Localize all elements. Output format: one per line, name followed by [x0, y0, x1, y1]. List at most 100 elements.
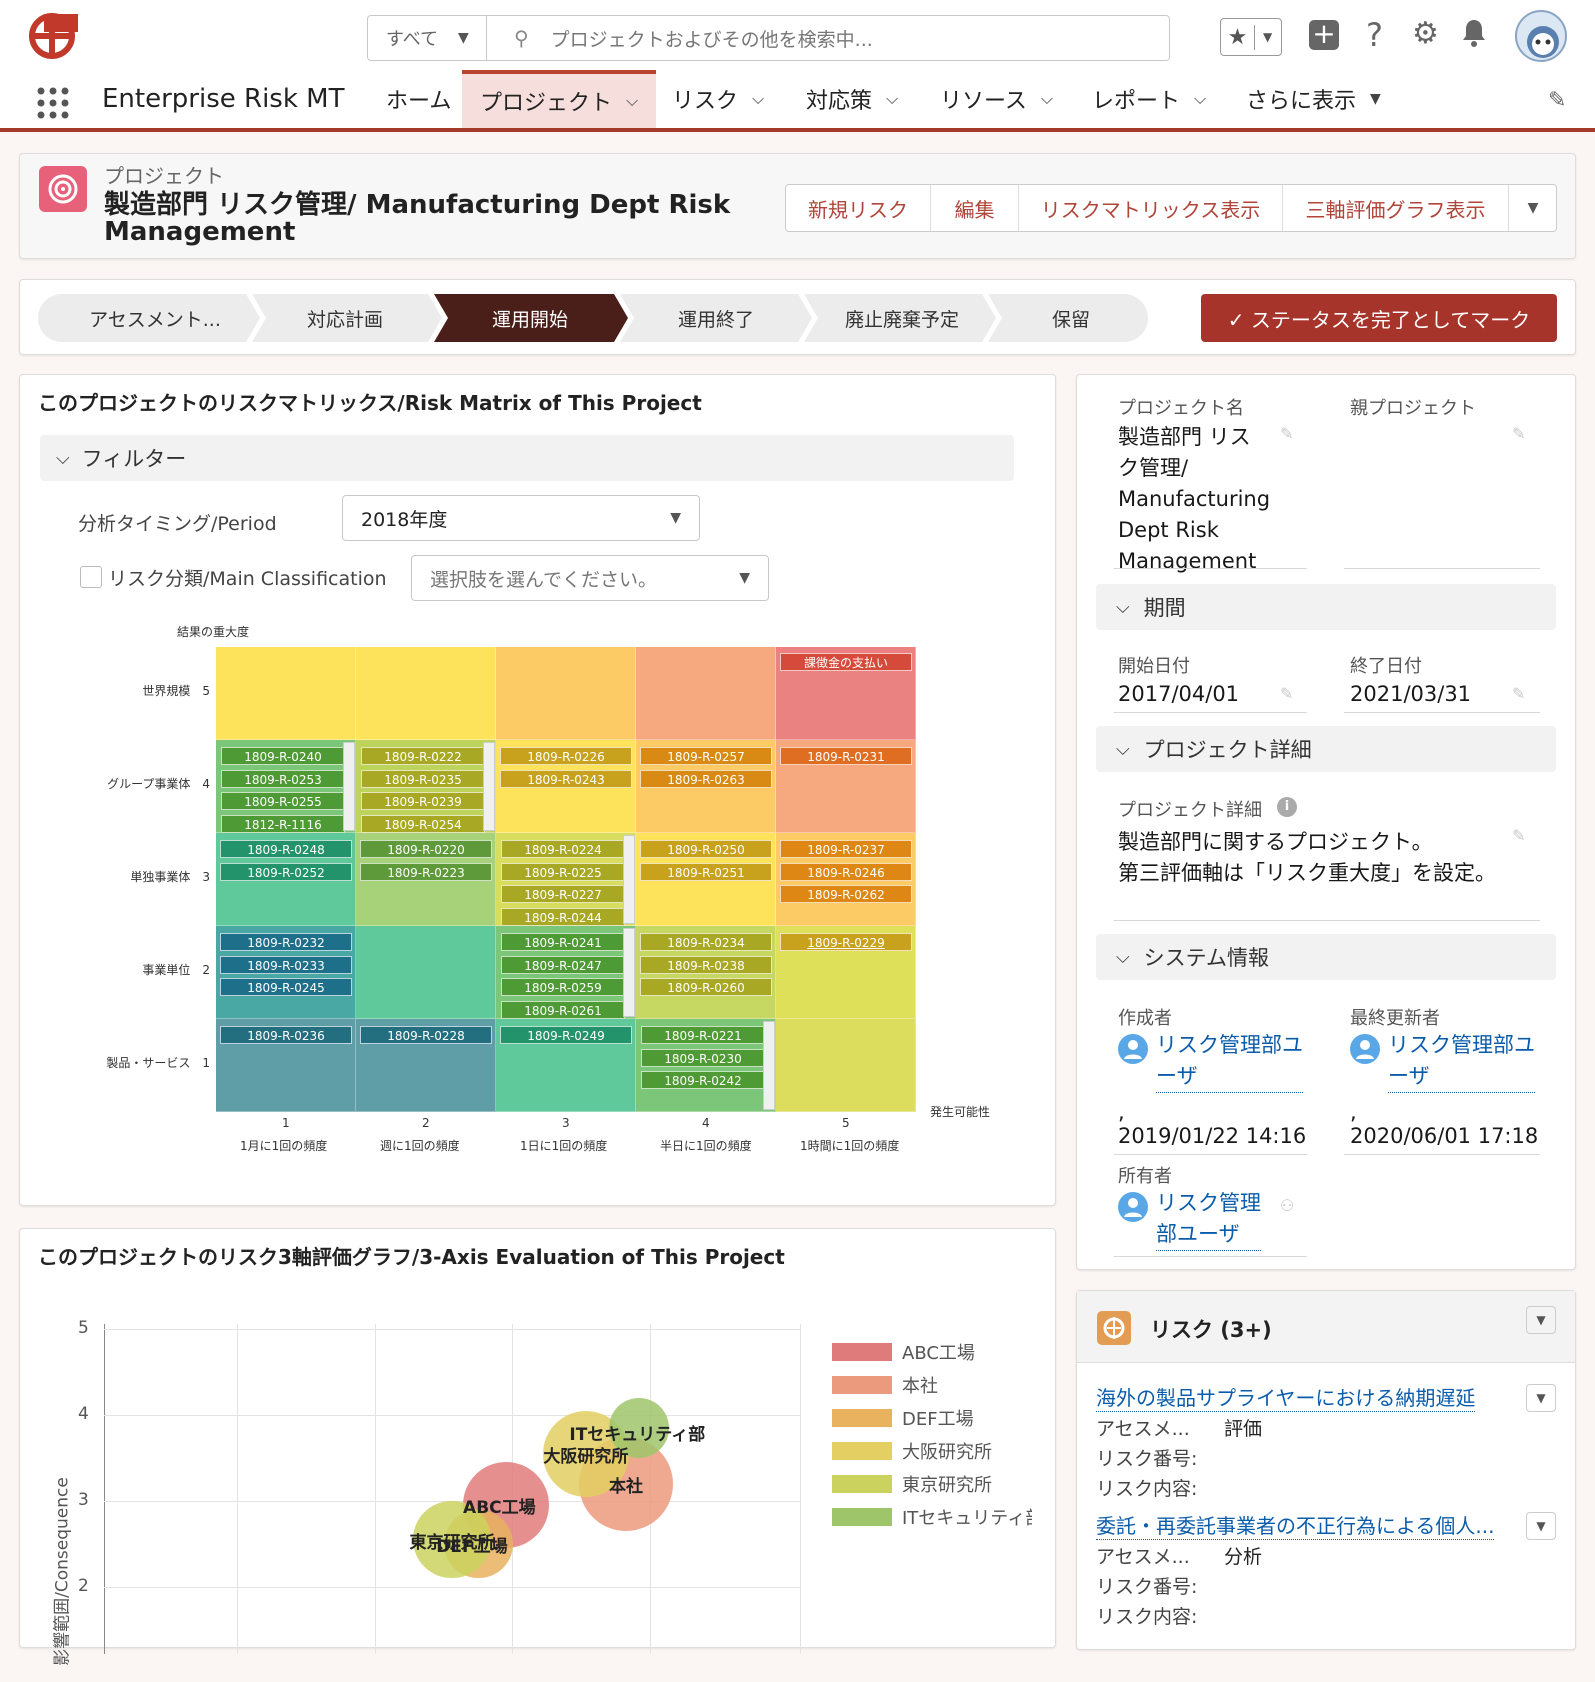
- risk-tag[interactable]: 1809-R-0234: [640, 933, 772, 951]
- risk-tag[interactable]: 1809-R-0253: [221, 769, 345, 788]
- cell-scrollbar[interactable]: [763, 1021, 775, 1110]
- nav-projects[interactable]: プロジェクト ⌵: [462, 70, 656, 128]
- edit-pencil-icon[interactable]: ✎: [1512, 684, 1525, 703]
- path-step-disposal[interactable]: 廃止廃棄予定: [810, 294, 994, 342]
- favorites-star-icon[interactable]: ★ ▼: [1220, 18, 1282, 56]
- path-step-hold[interactable]: 保留: [996, 294, 1146, 342]
- risk-tag[interactable]: 1809-R-0248: [220, 840, 352, 858]
- risk-tag[interactable]: 1809-R-0246: [780, 862, 912, 881]
- nav-resources[interactable]: リソース ⌵: [940, 70, 1053, 128]
- global-search-input[interactable]: ⚲ プロジェクトおよびその他を検索中...: [486, 15, 1170, 61]
- cell-scrollbar[interactable]: [483, 742, 495, 831]
- related-list-menu-button[interactable]: ▼: [1526, 1306, 1556, 1334]
- risk-tag[interactable]: 1809-R-0222: [361, 747, 485, 765]
- legend-item[interactable]: ITセキュリティ部: [832, 1504, 1032, 1530]
- risk-tag[interactable]: 1809-R-0220: [360, 840, 492, 858]
- info-icon[interactable]: i: [1277, 797, 1297, 817]
- add-icon[interactable]: +: [1309, 20, 1339, 50]
- legend-item[interactable]: ABC工場: [832, 1339, 975, 1365]
- chevron-down-icon[interactable]: ⌵: [1041, 89, 1053, 109]
- project-detail-section-header[interactable]: ⌵ プロジェクト詳細: [1096, 726, 1556, 772]
- edit-pencil-icon[interactable]: ✎: [1512, 424, 1525, 443]
- risk-tag[interactable]: 1809-R-0240: [221, 747, 345, 765]
- chevron-down-icon[interactable]: ⌵: [1194, 89, 1206, 109]
- edit-pencil-icon[interactable]: ✎: [1512, 826, 1525, 845]
- cell-scrollbar[interactable]: [623, 835, 635, 924]
- risk-tag[interactable]: 1809-R-0228: [360, 1026, 492, 1044]
- risk-tag[interactable]: 1809-R-0245: [220, 978, 352, 996]
- app-launcher-icon[interactable]: [36, 86, 70, 120]
- cell-scrollbar[interactable]: [343, 742, 355, 831]
- risk-tag[interactable]: 1809-R-0231: [780, 747, 912, 765]
- risk-tag[interactable]: 1809-R-0254: [361, 814, 485, 833]
- more-actions-button[interactable]: ▼: [1509, 185, 1557, 231]
- risk-tag[interactable]: 1809-R-0235: [361, 769, 485, 788]
- nav-countermeasures[interactable]: 対応策 ⌵: [806, 70, 898, 128]
- risk-tag[interactable]: 1809-R-0249: [500, 1026, 632, 1044]
- risk-tag[interactable]: 1809-R-0243: [500, 769, 632, 788]
- row-action-button[interactable]: ▼: [1526, 1512, 1556, 1540]
- nav-more[interactable]: さらに表示 ▼: [1246, 70, 1381, 128]
- chevron-down-icon[interactable]: ⌵: [886, 89, 898, 109]
- risk-tag[interactable]: 1809-R-0252: [220, 862, 352, 881]
- search-scope-dropdown[interactable]: すべて ▼: [367, 15, 487, 61]
- risk-tag[interactable]: 1809-R-0223: [360, 862, 492, 881]
- risk-tag[interactable]: 1809-R-0263: [640, 769, 772, 788]
- risk-tag[interactable]: 1809-R-0238: [640, 955, 772, 974]
- risk-tag[interactable]: 1809-R-0241: [501, 933, 625, 951]
- risk-tag[interactable]: 1809-R-0233: [220, 955, 352, 974]
- risk-tag[interactable]: 1809-R-0237: [780, 840, 912, 858]
- path-step-plan[interactable]: 対応計画: [255, 294, 435, 342]
- risk-tag[interactable]: 1809-R-0232: [220, 933, 352, 951]
- help-icon[interactable]: ?: [1366, 16, 1383, 54]
- user-avatar[interactable]: [1515, 10, 1567, 62]
- nav-risks[interactable]: リスク ⌵: [672, 70, 764, 128]
- notification-bell-icon[interactable]: [1461, 18, 1487, 48]
- owner-link[interactable]: リスク管理 部ユーザ: [1156, 1188, 1261, 1251]
- risk-tag[interactable]: 1809-R-0259: [501, 978, 625, 996]
- risk-tag[interactable]: 1809-R-0261: [501, 1000, 625, 1019]
- path-step-operation-end[interactable]: 運用終了: [624, 294, 808, 342]
- legend-item[interactable]: 大阪研究所: [832, 1438, 992, 1464]
- show-risk-matrix-button[interactable]: リスクマトリックス表示: [1019, 185, 1283, 231]
- risk-tag[interactable]: 1809-R-0244: [501, 907, 625, 926]
- risk-tag[interactable]: 1809-R-0260: [640, 978, 772, 996]
- risk-tag[interactable]: 1809-R-0255: [221, 792, 345, 810]
- edit-nav-pencil-icon[interactable]: ✎: [1548, 88, 1566, 113]
- risk-tag[interactable]: 1809-R-0236: [220, 1026, 352, 1044]
- system-info-section-header[interactable]: ⌵ システム情報: [1096, 934, 1556, 980]
- show-3axis-graph-button[interactable]: 三軸評価グラフ表示: [1283, 185, 1509, 231]
- path-step-assessment[interactable]: アセスメント...: [60, 294, 250, 342]
- risk-tag[interactable]: 1809-R-0229: [780, 933, 912, 951]
- risk-tag[interactable]: 1812-R-1116: [221, 814, 345, 833]
- last-modified-link[interactable]: リスク管理部ユ ーザ: [1388, 1030, 1535, 1093]
- mark-status-complete-button[interactable]: ✓ ステータスを完了としてマーク: [1201, 294, 1557, 342]
- risk-tag[interactable]: 1809-R-0257: [640, 747, 772, 765]
- edit-pencil-icon[interactable]: ✎: [1280, 684, 1293, 703]
- edit-button[interactable]: 編集: [931, 185, 1019, 231]
- new-risk-button[interactable]: 新規リスク: [786, 185, 931, 231]
- chevron-down-icon[interactable]: ⌵: [626, 91, 638, 111]
- risk-tag[interactable]: 1809-R-0242: [641, 1071, 765, 1089]
- legend-item[interactable]: 東京研究所: [832, 1471, 992, 1497]
- period-section-header[interactable]: ⌵ 期間: [1096, 584, 1556, 630]
- legend-item[interactable]: DEF工場: [832, 1405, 974, 1431]
- change-owner-icon[interactable]: ⚇: [1280, 1196, 1294, 1215]
- nav-home[interactable]: ホーム: [386, 70, 451, 128]
- related-risk-link[interactable]: 海外の製品サプライヤーにおける納期遅延: [1096, 1382, 1476, 1412]
- risk-tag[interactable]: 1809-R-0251: [640, 862, 772, 881]
- risk-tag[interactable]: 1809-R-0239: [361, 792, 485, 810]
- nav-reports[interactable]: レポート ⌵: [1092, 70, 1206, 128]
- app-logo[interactable]: [26, 12, 82, 60]
- row-action-button[interactable]: ▼: [1526, 1384, 1556, 1412]
- setup-gear-icon[interactable]: ⚙: [1412, 16, 1439, 51]
- chevron-down-icon[interactable]: ⌵: [752, 89, 764, 109]
- risk-tag[interactable]: 1809-R-0247: [501, 955, 625, 974]
- path-step-operation-start[interactable]: 運用開始: [440, 294, 620, 342]
- related-risks-title[interactable]: リスク (3+): [1150, 1314, 1272, 1344]
- risk-tag[interactable]: 1809-R-0230: [641, 1048, 765, 1067]
- risk-tag[interactable]: 1809-R-0224: [501, 840, 625, 858]
- risk-tag[interactable]: 課徴金の支払い: [780, 653, 912, 671]
- risk-tag[interactable]: 1809-R-0226: [500, 747, 632, 765]
- risk-tag[interactable]: 1809-R-0262: [780, 885, 912, 903]
